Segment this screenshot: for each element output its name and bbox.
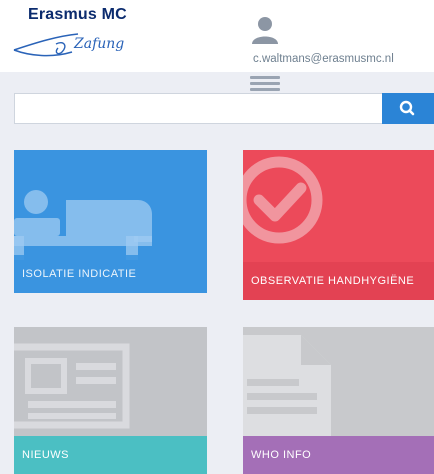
user-email[interactable]: c.waltmans@erasmusmc.nl — [253, 53, 394, 65]
search-icon — [399, 100, 415, 116]
tile-who-info[interactable]: WHO INFO — [243, 327, 434, 474]
search-button[interactable] — [382, 93, 434, 124]
tile-label: NIEUWS — [14, 436, 207, 474]
tile-isolatie-indicatie[interactable]: ISOLATIE INDICATIE — [14, 150, 207, 293]
search-bar — [14, 93, 434, 124]
tile-observatie-handhygiene[interactable]: OBSERVATIE HANDHYGIËNE — [243, 150, 434, 300]
bed-icon — [14, 190, 152, 260]
search-input[interactable] — [14, 93, 393, 124]
user-icon[interactable] — [250, 14, 280, 44]
tile-label: ISOLATIE INDICATIE — [14, 255, 207, 293]
tile-label: WHO INFO — [243, 436, 434, 474]
tile-nieuws[interactable]: NIEUWS — [14, 327, 207, 474]
erasmus-mc-logo: Zafung — [13, 33, 124, 57]
document-icon — [243, 335, 331, 437]
logo-script: Zafung — [73, 36, 124, 52]
check-circle-icon — [243, 156, 323, 244]
newspaper-icon — [14, 343, 130, 429]
tile-label: OBSERVATIE HANDHYGIËNE — [243, 262, 434, 300]
app-header: Erasmus MC Zafung c.waltmans@erasmusmc.n… — [0, 0, 434, 72]
hamburger-menu-icon[interactable] — [250, 71, 280, 95]
